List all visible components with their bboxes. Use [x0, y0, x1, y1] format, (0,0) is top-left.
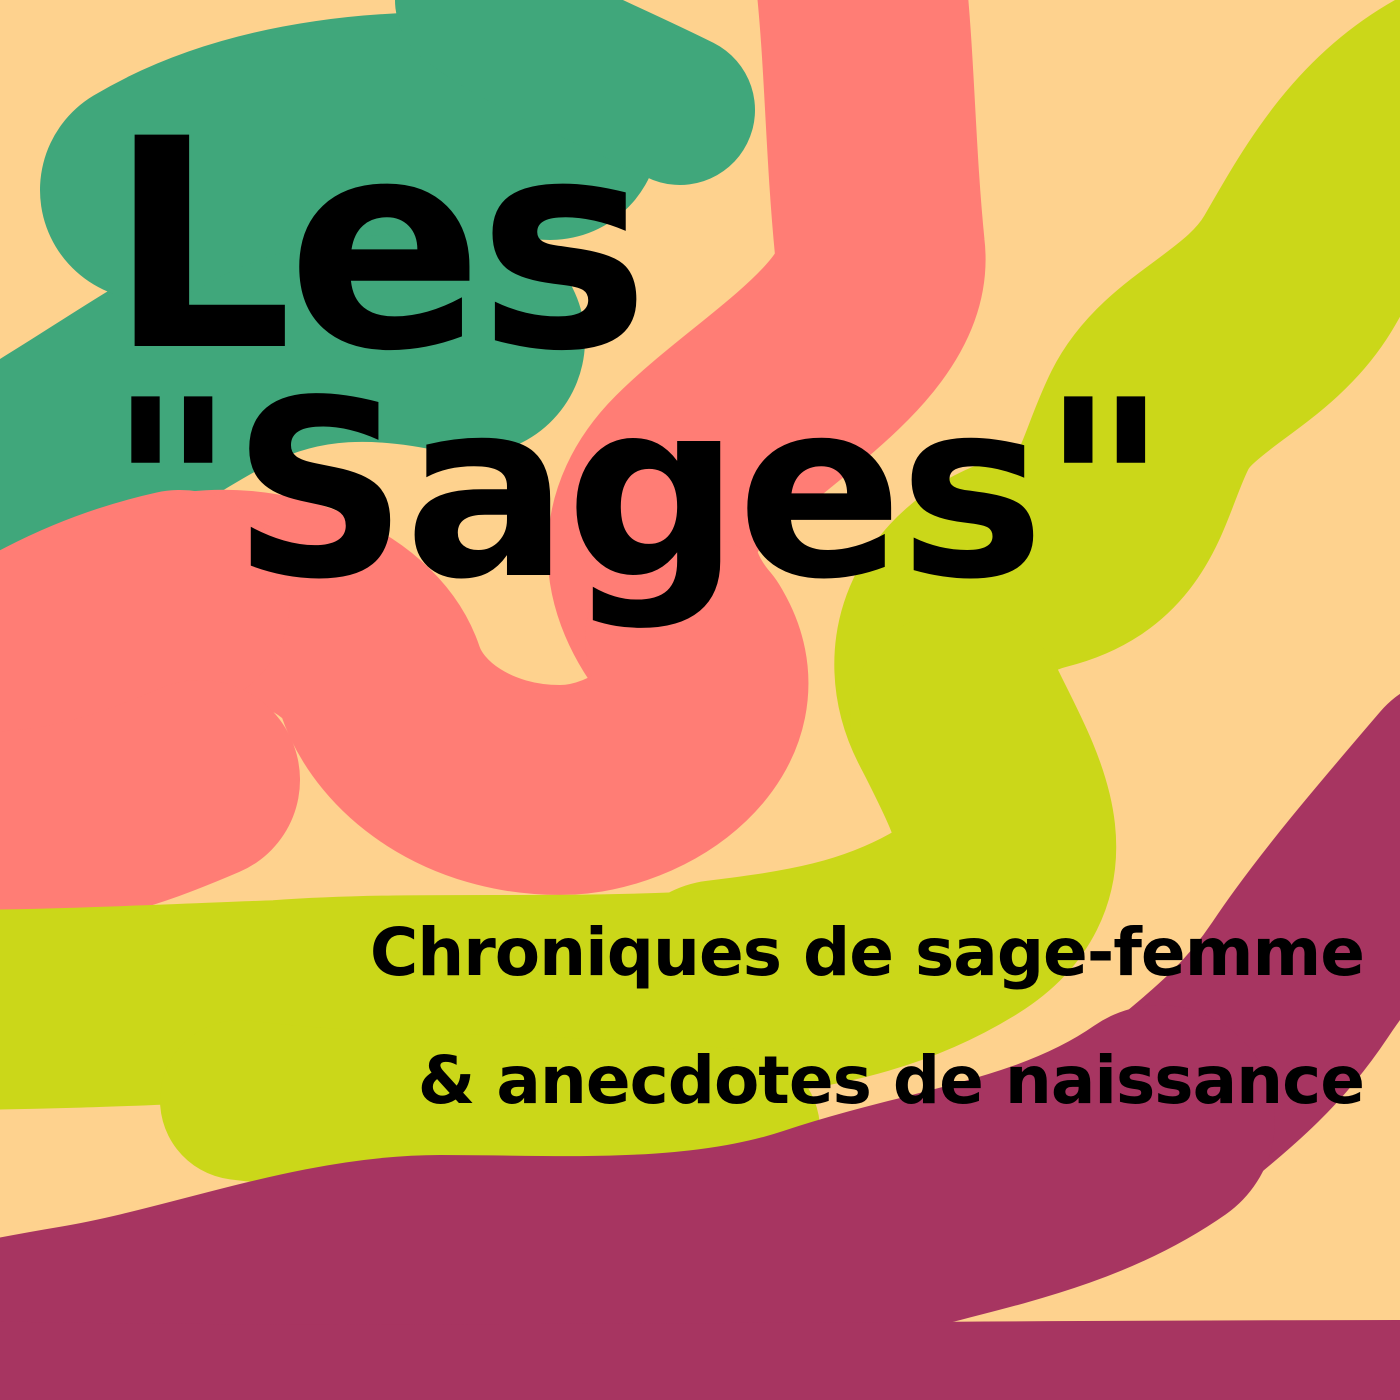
podcast-cover: Les "Sages" Chroniques de sage-femme & a…	[0, 0, 1400, 1400]
lime-blob-bottom	[0, 890, 820, 1110]
subtitle-chroniques: Chroniques de sage-femme	[369, 914, 1365, 991]
title-sages: "Sages"	[108, 348, 1168, 633]
coral-blob-bottom	[0, 680, 300, 932]
subtitle-anecdotes: & anecdotes de naissance	[417, 1042, 1365, 1119]
